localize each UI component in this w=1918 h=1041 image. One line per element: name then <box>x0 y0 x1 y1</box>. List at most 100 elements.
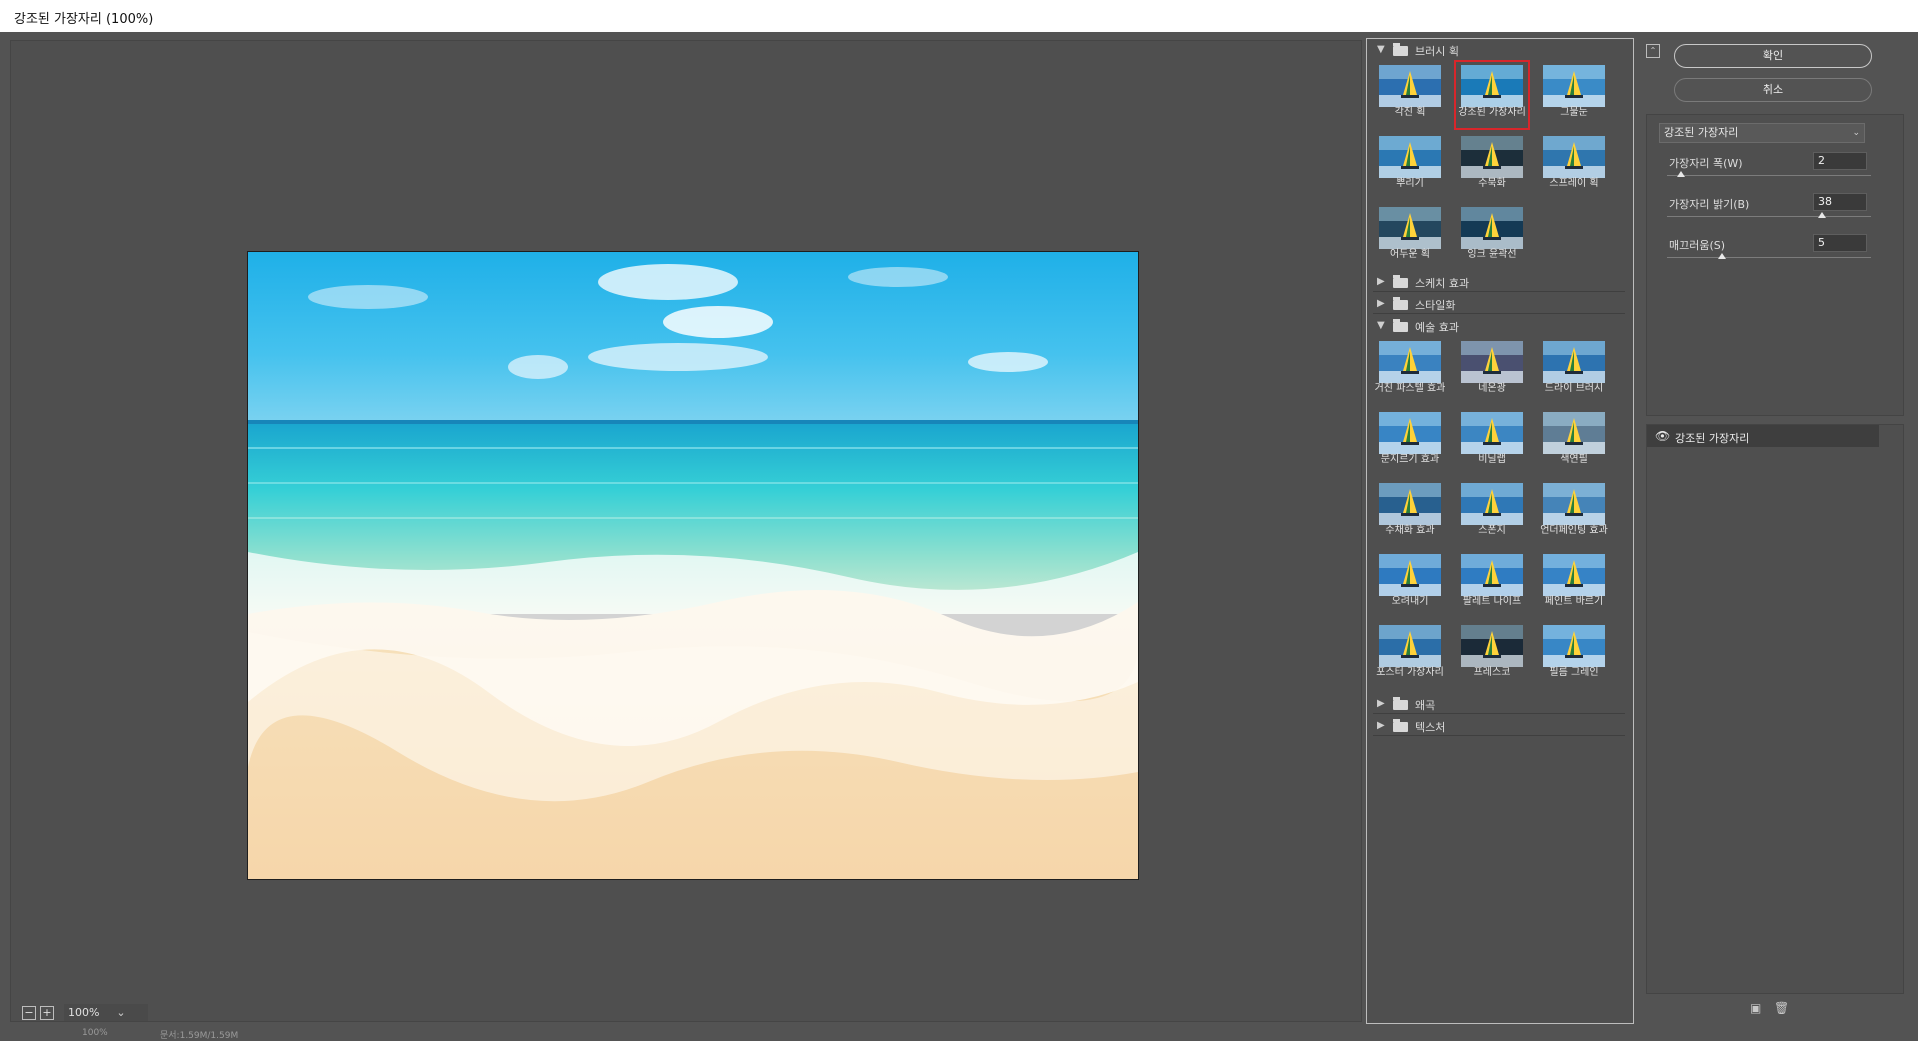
folder-icon <box>1393 719 1408 732</box>
thumbnail-image <box>1543 483 1605 525</box>
filter-thumb[interactable]: 수채화 효과 <box>1373 479 1447 547</box>
thumbnail-image <box>1461 207 1523 249</box>
category-sketch[interactable]: ▶ 스케치 효과 <box>1373 273 1625 292</box>
triangle-right-icon[interactable]: ▶ <box>1377 720 1385 731</box>
category-distort[interactable]: ▶ 왜곡 <box>1373 695 1625 714</box>
thumbnail <box>1379 483 1441 525</box>
filter-gallery[interactable]: ▼ 브러시 획각진 획 강조된 가장자리 그물눈뿌리기 수묵화 스프레이 획어두운 획 잉크… <box>1366 38 1634 1024</box>
thumbnail <box>1461 207 1523 249</box>
category-artistic[interactable]: ▼ 예술 효과 <box>1373 317 1625 336</box>
triangle-right-icon[interactable]: ▶ <box>1377 276 1385 287</box>
filter-thumb[interactable]: 강조된 가장자리 <box>1454 60 1530 130</box>
filter-thumb-label: 색연필 <box>1560 454 1588 465</box>
param-value-input[interactable]: 38 <box>1813 193 1867 211</box>
filter-thumb[interactable]: 프레스코 <box>1455 621 1529 689</box>
cancel-button[interactable]: 취소 <box>1674 78 1872 102</box>
category-stylize[interactable]: ▶ 스타일화 <box>1373 295 1625 314</box>
thumbnail-image <box>1379 554 1441 596</box>
slider-knob[interactable] <box>1677 171 1685 177</box>
filter-thumb-label: 각진 획 <box>1394 107 1426 118</box>
filter-thumb-label: 어두운 획 <box>1390 249 1430 260</box>
filter-thumb[interactable]: 뿌리기 <box>1373 132 1447 200</box>
category-label: 스케치 효과 <box>1415 277 1470 290</box>
thumbnail <box>1461 341 1523 383</box>
filter-thumb-label: 거친 파스텔 효과 <box>1374 383 1446 394</box>
thumbnail-image <box>1379 65 1441 107</box>
filter-thumb[interactable]: 언더페인팅 효과 <box>1537 479 1611 547</box>
thumbnail <box>1461 625 1523 667</box>
eye-icon[interactable]: 👁 <box>1655 429 1670 443</box>
filter-thumb[interactable]: 페인트 바르기 <box>1537 550 1611 618</box>
slider-track[interactable] <box>1667 257 1871 258</box>
param-value-input[interactable]: 5 <box>1813 234 1867 252</box>
zoom-out-icon[interactable]: − <box>22 1006 36 1020</box>
preview-area[interactable] <box>10 40 1362 1022</box>
filter-thumb[interactable]: 팔레트 나이프 <box>1455 550 1529 618</box>
filter-thumb[interactable]: 문지르기 효과 <box>1373 408 1447 476</box>
filter-thumb-label: 문지르기 효과 <box>1380 454 1440 465</box>
thumbnail <box>1461 136 1523 178</box>
thumbnail-image <box>1461 65 1523 107</box>
thumbnail-image <box>1461 625 1523 667</box>
thumbnail-image <box>1543 625 1605 667</box>
thumbnail <box>1461 65 1523 107</box>
thumbnail-image <box>1461 483 1523 525</box>
filter-thumb[interactable]: 그물눈 <box>1537 61 1611 129</box>
thumbnail <box>1543 136 1605 178</box>
triangle-down-icon[interactable]: ▼ <box>1377 320 1385 331</box>
thumbnail-image <box>1461 341 1523 383</box>
slider-knob[interactable] <box>1718 253 1726 259</box>
zoom-in-icon[interactable]: + <box>40 1006 54 1020</box>
thumbnail-image <box>1379 412 1441 454</box>
slider-track[interactable] <box>1667 216 1871 217</box>
preview-bottom-bar: − + 100% ⌄ <box>20 1004 720 1022</box>
category-label: 텍스처 <box>1415 721 1446 734</box>
triangle-right-icon[interactable]: ▶ <box>1377 298 1385 309</box>
thumbnail-image <box>1379 136 1441 178</box>
preview-image[interactable] <box>247 251 1139 880</box>
thumbnail-image <box>1379 207 1441 249</box>
effect-layer-row[interactable]: 👁 강조된 가장자리 <box>1647 425 1879 447</box>
trash-icon[interactable]: 🗑 <box>1774 1002 1789 1014</box>
layer-actions: ▣ 🗑 <box>1750 1002 1810 1018</box>
filter-thumb-label: 수묵화 <box>1478 178 1506 189</box>
chevron-down-icon[interactable]: ⌄ <box>112 1004 130 1021</box>
status-strip: 100% 문서:1.59M/1.59M <box>48 1028 348 1041</box>
param-label: 매끄러움(S) <box>1669 239 1726 252</box>
triangle-down-icon[interactable]: ▼ <box>1377 44 1385 55</box>
folder-icon <box>1393 297 1408 310</box>
param-value-input[interactable]: 2 <box>1813 152 1867 170</box>
filter-thumb[interactable]: 포스터 가장자리 <box>1373 621 1447 689</box>
filter-thumb[interactable]: 각진 획 <box>1373 61 1447 129</box>
ok-button[interactable]: 확인 <box>1674 44 1872 68</box>
filter-thumb[interactable]: 드라이 브러시 <box>1537 337 1611 405</box>
thumbnail <box>1379 412 1441 454</box>
filter-thumb-label: 포스터 가장자리 <box>1376 667 1444 678</box>
filter-thumb[interactable]: 필름 그레인 <box>1537 621 1611 689</box>
filter-thumb[interactable]: 네온광 <box>1455 337 1529 405</box>
filter-thumb[interactable]: 색연필 <box>1537 408 1611 476</box>
filter-thumb[interactable]: 스프레이 획 <box>1537 132 1611 200</box>
triangle-right-icon[interactable]: ▶ <box>1377 698 1385 709</box>
collapse-icon[interactable]: ⌃ <box>1646 44 1660 58</box>
slider-knob[interactable] <box>1818 212 1826 218</box>
filter-thumb[interactable]: 수묵화 <box>1455 132 1529 200</box>
filter-thumb[interactable]: 거친 파스텔 효과 <box>1373 337 1447 405</box>
filter-thumb[interactable]: 어두운 획 <box>1373 203 1447 271</box>
filter-select[interactable]: 강조된 가장자리 ⌄ <box>1659 123 1865 143</box>
filter-thumb[interactable]: 오려내기 <box>1373 550 1447 618</box>
filter-thumb[interactable]: 스폰지 <box>1455 479 1529 547</box>
thumbnail-image <box>1543 341 1605 383</box>
category-texture[interactable]: ▶ 텍스처 <box>1373 717 1625 736</box>
folder-icon <box>1393 697 1408 710</box>
thumbnail-image <box>1543 554 1605 596</box>
filter-thumb[interactable]: 잉크 윤곽선 <box>1455 203 1529 271</box>
filter-thumb-label: 오려내기 <box>1391 596 1429 607</box>
zoom-level[interactable]: 100% <box>64 1004 148 1021</box>
filter-thumb[interactable]: 비닐랩 <box>1455 408 1529 476</box>
slider-track[interactable] <box>1667 175 1871 176</box>
filter-thumb-label: 스프레이 획 <box>1549 178 1599 189</box>
category-brush_strokes[interactable]: ▼ 브러시 획 <box>1373 41 1625 60</box>
new-layer-icon[interactable]: ▣ <box>1750 1002 1762 1014</box>
thumbnail <box>1461 412 1523 454</box>
